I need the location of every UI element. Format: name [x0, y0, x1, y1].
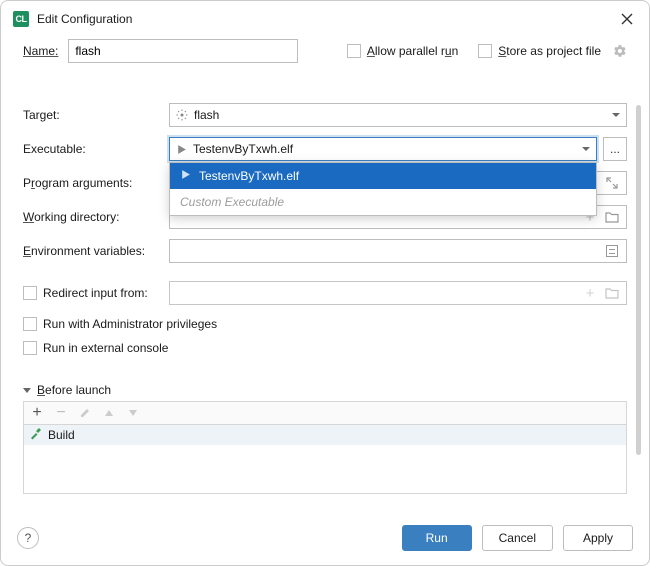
- executable-option-label: Custom Executable: [180, 195, 284, 209]
- gear-icon: [176, 109, 188, 121]
- redirect-input[interactable]: +: [169, 281, 627, 305]
- before-launch-list[interactable]: Build: [23, 424, 627, 494]
- target-value: flash: [194, 108, 606, 122]
- gear-icon[interactable]: [613, 44, 627, 58]
- executable-option-1[interactable]: TestenvByTxwh.elf: [170, 163, 596, 189]
- executable-dropdown: TestenvByTxwh.elf Custom Executable: [169, 162, 597, 216]
- name-input[interactable]: [68, 39, 298, 63]
- allow-parallel-checkbox[interactable]: [347, 44, 361, 58]
- target-label: Target:: [23, 108, 169, 122]
- executable-browse-button[interactable]: ...: [603, 137, 627, 161]
- folder-icon[interactable]: [604, 285, 620, 301]
- chevron-down-icon[interactable]: [23, 388, 31, 393]
- redirect-label: Redirect input from:: [43, 286, 148, 300]
- plus-icon[interactable]: +: [582, 285, 598, 301]
- edit-icon: [78, 406, 92, 420]
- up-icon: [102, 406, 116, 420]
- redirect-checkbox[interactable]: [23, 286, 37, 300]
- run-button[interactable]: Run: [402, 525, 472, 551]
- executable-label: Executable:: [23, 142, 169, 156]
- list-icon[interactable]: [604, 243, 620, 259]
- cancel-button[interactable]: Cancel: [482, 525, 553, 551]
- name-label: Name:: [23, 44, 58, 58]
- env-vars-label: Environment variables:: [23, 244, 169, 258]
- run-icon: [180, 169, 191, 183]
- env-vars-input[interactable]: [169, 239, 627, 263]
- expand-icon[interactable]: [604, 175, 620, 191]
- app-icon: CL: [13, 11, 29, 27]
- task-label: Build: [48, 428, 75, 442]
- executable-combo[interactable]: TestenvByTxwh.elf TestenvByTxwh.elf Cust…: [169, 137, 597, 161]
- external-console-checkbox[interactable]: [23, 341, 37, 355]
- working-dir-label: Working directory:: [23, 210, 169, 224]
- admin-priv-label: Run with Administrator privileges: [43, 317, 217, 331]
- executable-option-label: TestenvByTxwh.elf: [199, 169, 299, 183]
- chevron-down-icon: [612, 113, 620, 117]
- add-icon[interactable]: +: [30, 406, 44, 420]
- help-button[interactable]: ?: [17, 527, 39, 549]
- target-combo[interactable]: flash: [169, 103, 627, 127]
- run-icon: [176, 144, 187, 155]
- remove-icon: −: [54, 406, 68, 420]
- down-icon: [126, 406, 140, 420]
- task-item[interactable]: Build: [24, 425, 626, 445]
- executable-option-custom[interactable]: Custom Executable: [170, 189, 596, 215]
- admin-priv-checkbox[interactable]: [23, 317, 37, 331]
- external-console-label: Run in external console: [43, 341, 168, 355]
- executable-value: TestenvByTxwh.elf: [193, 142, 576, 156]
- before-launch-toolbar: + −: [23, 401, 627, 424]
- allow-parallel-label: AAllow parallel runllow parallel run: [367, 44, 458, 58]
- program-args-label: Program arguments:: [23, 176, 169, 190]
- store-as-project-checkbox[interactable]: [478, 44, 492, 58]
- hammer-icon: [28, 427, 42, 444]
- store-as-project-label: Store as project file: [498, 44, 601, 58]
- apply-button[interactable]: Apply: [563, 525, 633, 551]
- folder-icon[interactable]: [604, 209, 620, 225]
- scrollbar[interactable]: [636, 105, 641, 455]
- close-icon[interactable]: [617, 9, 637, 29]
- chevron-down-icon: [582, 147, 590, 151]
- before-launch-header: Before launch: [37, 383, 111, 397]
- dialog-title: Edit Configuration: [37, 12, 609, 26]
